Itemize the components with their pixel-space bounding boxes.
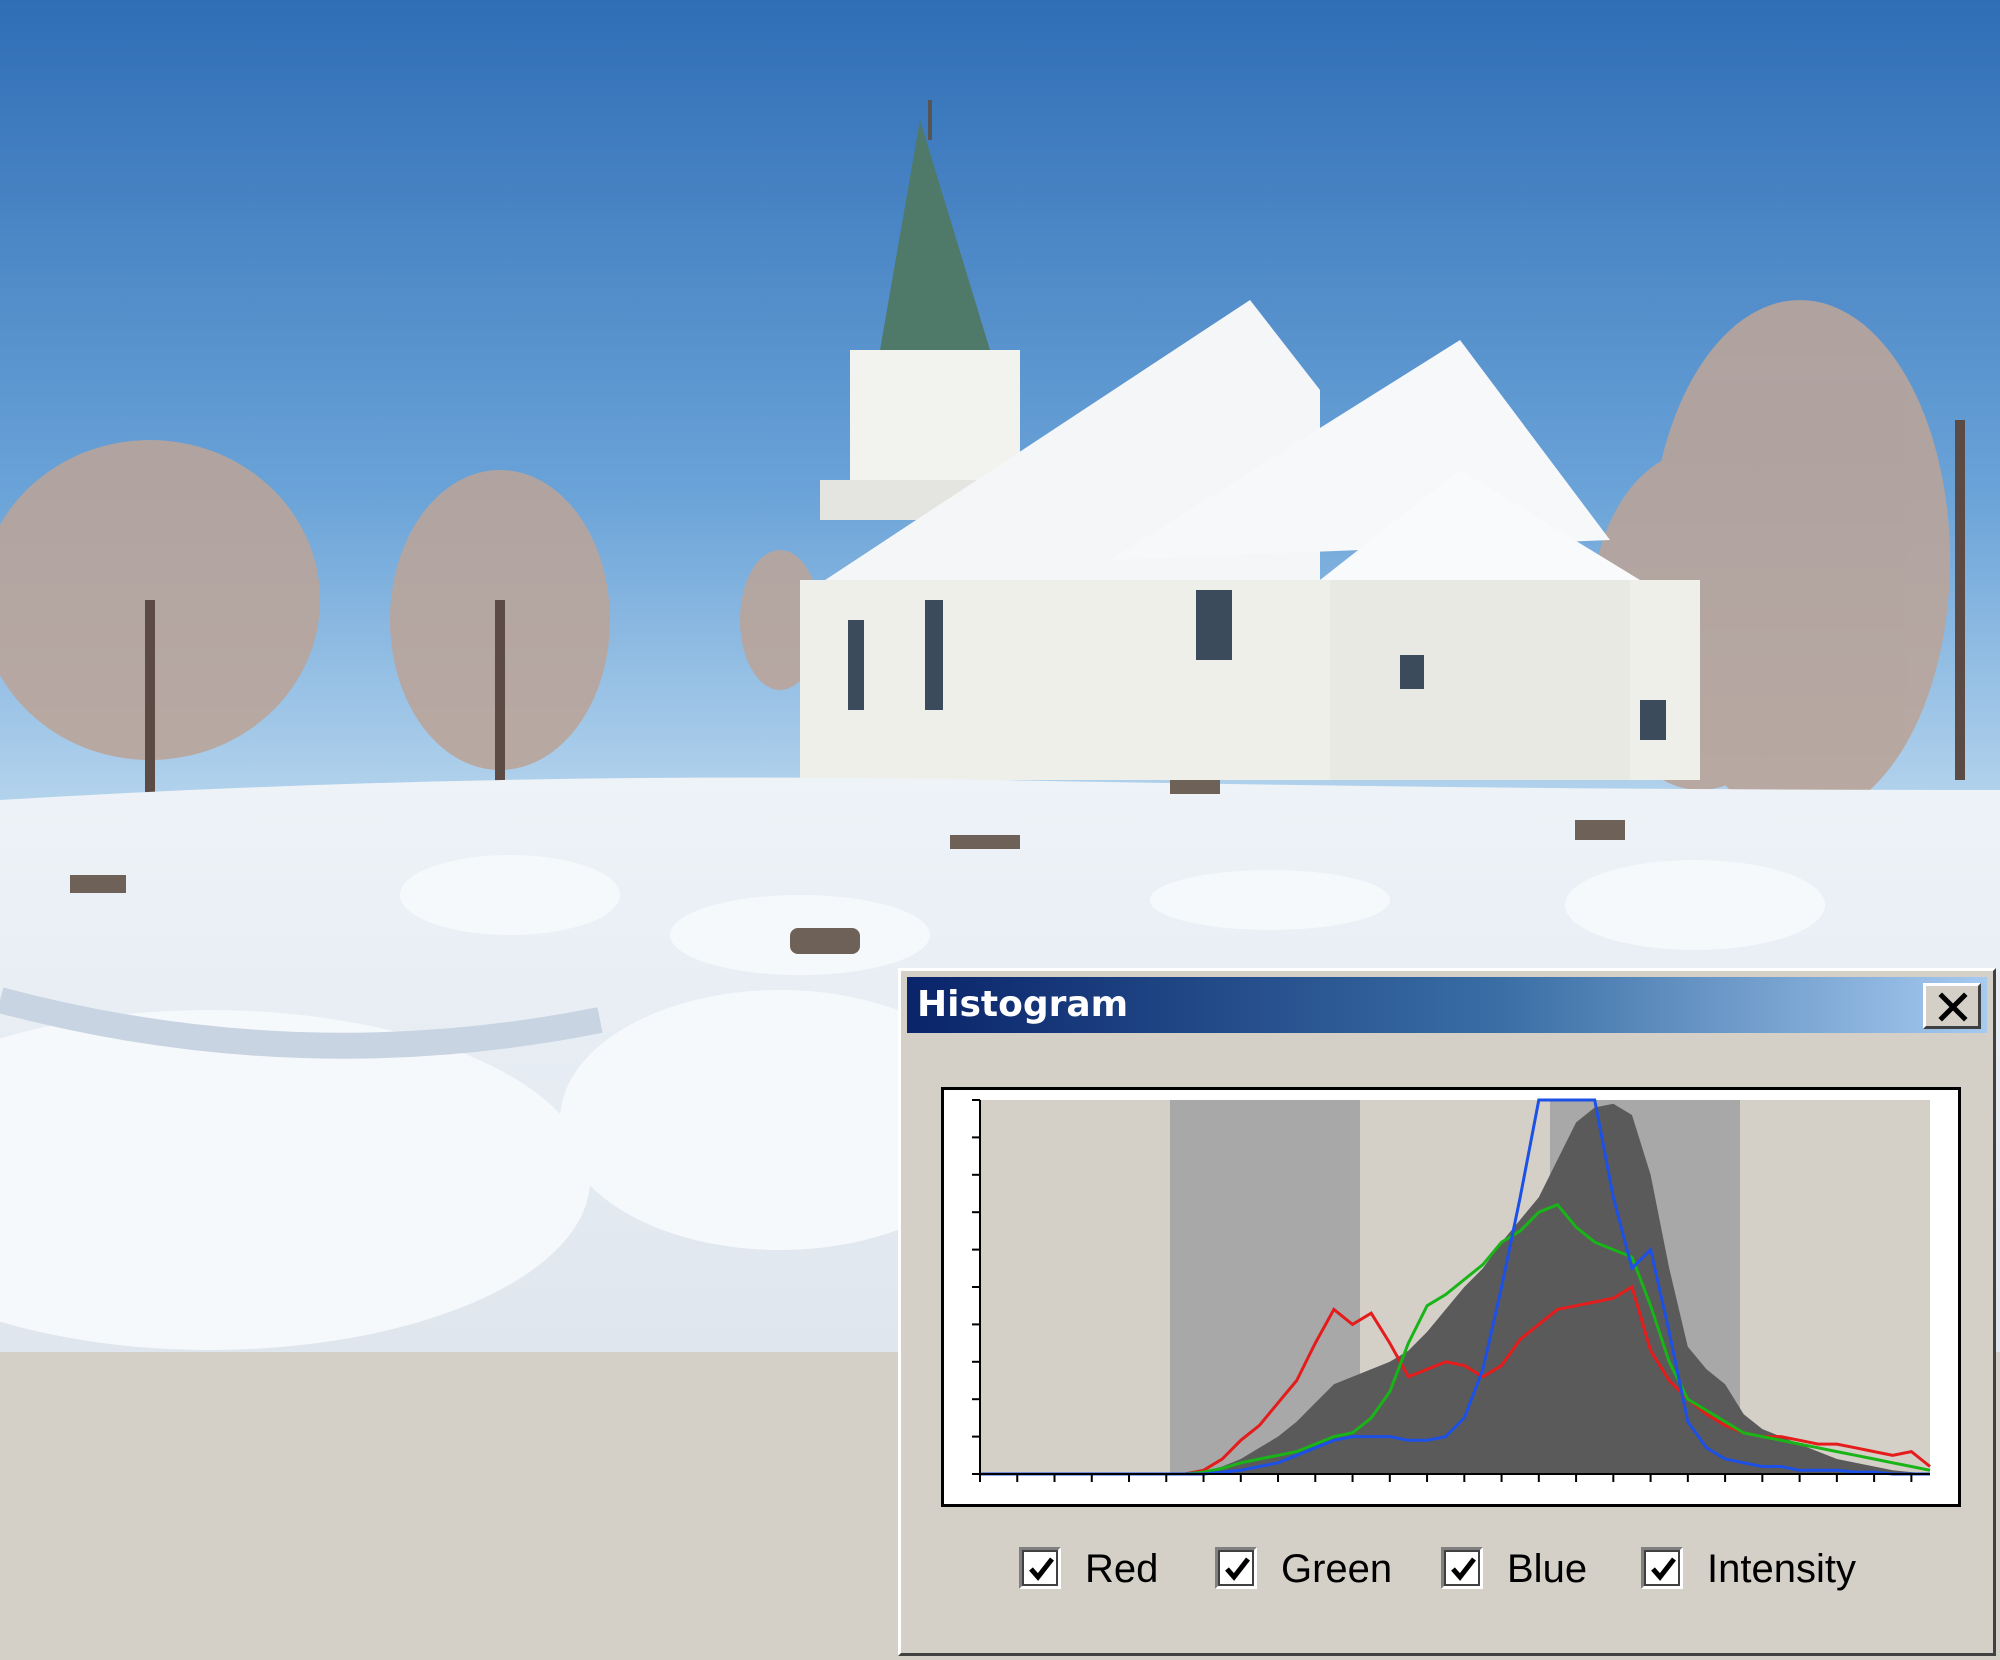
checkbox-green-label: Green (1281, 1547, 1393, 1591)
checkbox-blue-box[interactable] (1441, 1547, 1483, 1589)
checkbox-intensity-box[interactable] (1641, 1547, 1683, 1589)
histogram-window: Histogram Red Green Blue Intensity (898, 968, 1996, 1656)
channel-checkboxes: Red Green Blue Intensity (901, 1541, 1993, 1601)
checkmark-icon (1225, 1557, 1250, 1581)
title-bar[interactable]: Histogram (907, 977, 1987, 1033)
checkbox-blue-label: Blue (1507, 1547, 1588, 1591)
close-button[interactable] (1923, 983, 1981, 1029)
checkmark-icon (1029, 1557, 1054, 1581)
checkmark-icon (1451, 1557, 1476, 1581)
checkmark-icon (1651, 1557, 1676, 1581)
histogram-plot (972, 1098, 1931, 1482)
close-icon (1938, 992, 1968, 1022)
checkbox-red-label: Red (1085, 1547, 1159, 1591)
checkbox-red-box[interactable] (1019, 1547, 1061, 1589)
window-title: Histogram (917, 984, 1129, 1025)
checkbox-green-box[interactable] (1215, 1547, 1257, 1589)
histogram-chart (941, 1087, 1961, 1507)
checkbox-intensity-label: Intensity (1707, 1547, 1856, 1591)
